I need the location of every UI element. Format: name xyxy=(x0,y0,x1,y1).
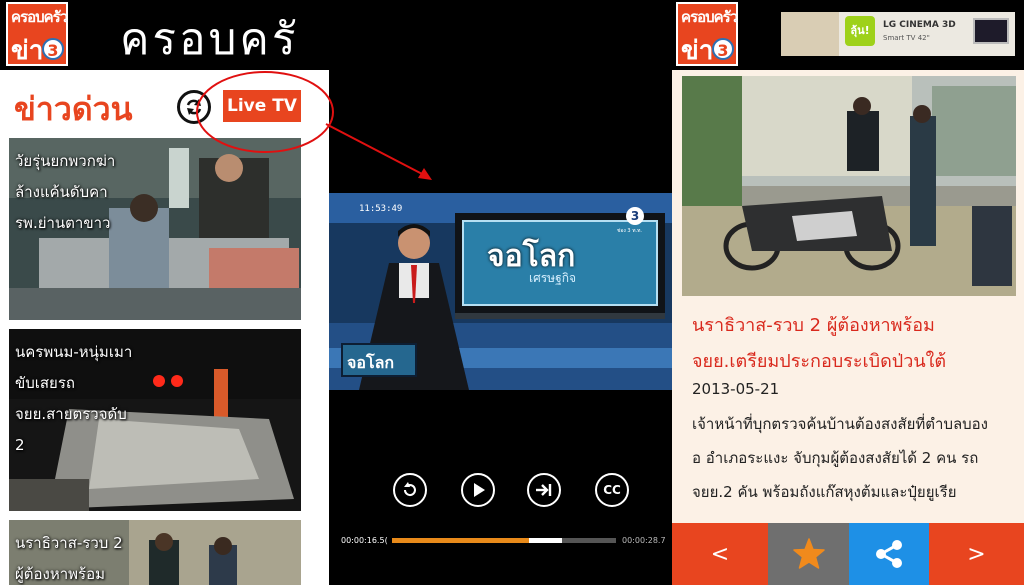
progress-fill xyxy=(392,538,529,543)
video-screen-subtitle: เศรษฐกิจ xyxy=(529,271,576,285)
article-photo xyxy=(682,76,1016,296)
app-logo-left: ครอบครัว ข่าว 3 xyxy=(6,2,68,66)
annotation-arrow xyxy=(325,123,427,177)
skip-next-icon xyxy=(536,484,552,496)
live-tv-button[interactable]: Live TV xyxy=(223,90,301,122)
news-title: วัยรุ่นยกพวกฆ่า ล้างแค้นดับคา รพ.ย่านตาข… xyxy=(15,152,116,232)
ad-left-block xyxy=(781,12,839,56)
article-body-line3: จยย.2 คัน พร้อมถังแก๊สหุงต้มและปุ๋ยยูเรี… xyxy=(692,483,957,501)
next-button[interactable]: > xyxy=(929,523,1024,585)
prev-button[interactable]: < xyxy=(672,523,768,585)
video-channel-logo: 3 xyxy=(626,207,644,225)
ad-badge: ลุ้น! xyxy=(845,16,875,46)
play-button[interactable] xyxy=(461,473,495,507)
news-title: นครพนม-หนุ่มเมาขับเสยรถ จยย.สายตรวจดับ 2 xyxy=(15,343,133,454)
video-desk-sign: จอโลก xyxy=(347,353,395,372)
logo-line1: ครอบครัว xyxy=(681,8,738,26)
closed-captions-button[interactable]: CC xyxy=(595,473,629,507)
refresh-icon xyxy=(186,99,202,115)
time-elapsed: 00:00:16.5( xyxy=(341,536,388,545)
news-card[interactable]: นราธิวาส-รวบ 2 ผู้ต้องหาพร้อม xyxy=(9,520,301,585)
star-icon xyxy=(792,538,825,569)
video-channel-sub: ช่อง 3 ท.ท. xyxy=(617,228,642,234)
article-panel: นราธิวาส-รวบ 2 ผู้ต้องหาพร้อม จยย.เตรียม… xyxy=(672,70,1024,585)
video-frame[interactable]: 11:53:49 3 ช่อง 3 ท.ท. จอโลก เศรษฐกิจ จอ… xyxy=(329,193,672,390)
article-body-line2: อ อำเภอระแงะ จับกุมผู้ต้องสงสัยได้ 2 คน … xyxy=(692,449,979,467)
ad-banner[interactable]: ลุ้น! LG CINEMA 3D Smart TV 42" xyxy=(781,12,1015,56)
play-icon xyxy=(474,483,485,497)
refresh-button[interactable] xyxy=(177,90,211,124)
app-title: ครอบครั xyxy=(120,14,299,65)
article-title-line1: นราธิวาส-รวบ 2 ผู้ต้องหาพร้อม xyxy=(692,315,935,336)
closed-captions-icon: CC xyxy=(603,483,621,497)
channel-3-logo: 3 xyxy=(712,38,734,60)
breaking-news-panel: ข่าวด่วน Live TV วัยรุ่นยกพวกฆ่า ล้างแค้… xyxy=(0,70,329,585)
news-title: นราธิวาส-รวบ 2 ผู้ต้องหาพร้อม xyxy=(15,534,123,583)
article-date: 2013-05-21 xyxy=(692,380,780,398)
share-button[interactable] xyxy=(849,523,929,585)
annotation-arrowhead xyxy=(418,168,432,180)
favorite-button[interactable] xyxy=(768,523,849,585)
news-card[interactable]: นครพนม-หนุ่มเมาขับเสยรถ จยย.สายตรวจดับ 2 xyxy=(9,329,301,511)
video-clock: 11:53:49 xyxy=(359,204,403,214)
article-title-line2: จยย.เตรียมประกอบระเบิดป่วนใต้ xyxy=(692,351,947,372)
channel-3-logo: 3 xyxy=(42,38,64,60)
ad-tv-image xyxy=(973,18,1009,44)
skip-next-button[interactable] xyxy=(527,473,561,507)
ad-sub: Smart TV 42" xyxy=(883,34,930,42)
app-logo-right: ครอบครัว ข่าว 3 xyxy=(676,2,738,66)
news-card[interactable]: วัยรุ่นยกพวกฆ่า ล้างแค้นดับคา รพ.ย่านตาข… xyxy=(9,138,301,320)
logo-line1: ครอบครัว xyxy=(11,8,68,26)
ad-text: LG CINEMA 3D xyxy=(883,20,956,30)
progress-track[interactable] xyxy=(392,538,616,543)
article-body-line1: เจ้าหน้าที่บุกตรวจค้นบ้านต้องสงสัยที่ตำบ… xyxy=(692,415,989,433)
share-icon xyxy=(876,540,902,568)
replay-icon xyxy=(403,482,416,497)
replay-button[interactable] xyxy=(393,473,427,507)
time-total: 00:00:28.7 xyxy=(622,536,666,545)
section-title: ข่าวด่วน xyxy=(14,90,133,128)
video-channel-number: 3 xyxy=(630,209,640,223)
